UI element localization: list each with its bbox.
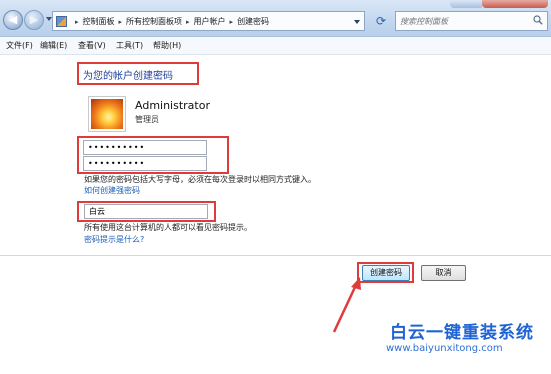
menu-edit[interactable]: 编辑(E) <box>40 40 67 51</box>
chevron-right-icon: ▸ <box>186 18 190 26</box>
watermark-url: www.baiyunxitong.com <box>386 343 503 354</box>
avatar <box>88 96 126 132</box>
password-case-note: 如果您的密码包括大写字母，必须在每次登录时以相同方式键入。 <box>84 175 316 184</box>
hint-visibility-note: 所有使用这台计算机的人都可以看见密码提示。 <box>84 223 252 232</box>
confirm-password-field[interactable] <box>83 156 207 171</box>
search-input[interactable] <box>400 14 525 28</box>
breadcrumb-path: ▸ 控制面板 ▸ 所有控制面板项 ▸ 用户帐户 ▸ 创建密码 <box>71 16 269 27</box>
menu-file[interactable]: 文件(F) <box>6 40 33 51</box>
breadcrumb-item[interactable]: 控制面板 <box>83 17 115 26</box>
cancel-button[interactable]: 取消 <box>421 265 466 281</box>
password-hint-field[interactable] <box>84 204 208 219</box>
create-password-button[interactable]: 创建密码 <box>362 265 410 281</box>
watermark-name: 白云一键重装系统 <box>390 323 534 343</box>
search-icon[interactable] <box>533 15 543 25</box>
menu-view[interactable]: 查看(V) <box>78 40 106 51</box>
chevron-right-icon: ▸ <box>118 18 123 26</box>
breadcrumb-item[interactable]: 所有控制面板项 <box>126 17 182 26</box>
close-window-button[interactable] <box>482 0 548 8</box>
flower-picture-icon <box>91 99 123 129</box>
new-password-field[interactable] <box>83 140 207 155</box>
breadcrumb-item[interactable]: 用户帐户 <box>194 17 226 26</box>
chevron-down-icon[interactable] <box>354 20 360 24</box>
back-button[interactable]: ◀ <box>3 10 23 30</box>
window-controls[interactable] <box>450 0 482 8</box>
address-bar: ◀ ▶ ▸ 控制面板 ▸ 所有控制面板项 ▸ 用户帐户 ▸ 创建密码 ⟳ <box>0 0 551 37</box>
menu-help[interactable]: 帮助(H) <box>153 40 181 51</box>
refresh-icon[interactable]: ⟳ <box>370 11 392 31</box>
chevron-right-icon: ▸ <box>75 18 79 26</box>
breadcrumb[interactable]: ▸ 控制面板 ▸ 所有控制面板项 ▸ 用户帐户 ▸ 创建密码 <box>52 11 365 31</box>
forward-button[interactable]: ▶ <box>24 10 44 30</box>
control-panel-icon <box>56 16 67 27</box>
search-box[interactable] <box>395 11 548 31</box>
breadcrumb-item[interactable]: 创建密码 <box>237 17 269 26</box>
menu-bar: 文件(F) 编辑(E) 查看(V) 工具(T) 帮助(H) <box>0 37 551 55</box>
strong-password-link[interactable]: 如何创建强密码 <box>84 185 140 196</box>
account-name: Administrator <box>135 99 210 112</box>
divider <box>0 255 551 256</box>
chevron-right-icon: ▸ <box>229 18 234 26</box>
hint-help-link[interactable]: 密码提示是什么? <box>84 234 144 245</box>
menu-tools[interactable]: 工具(T) <box>116 40 143 51</box>
page-title: 为您的帐户创建密码 <box>83 71 173 82</box>
account-role: 管理员 <box>135 115 159 124</box>
